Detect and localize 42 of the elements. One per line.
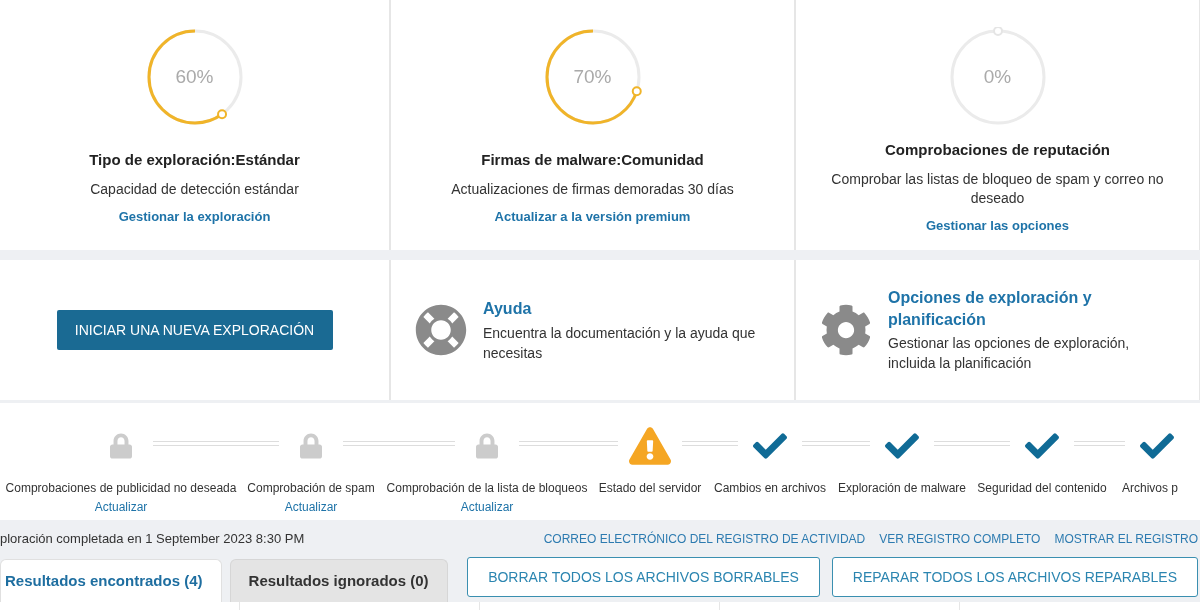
scan-options-link[interactable]: Opciones de exploración y planificación <box>888 287 1159 331</box>
step-label: Archivos p <box>1121 480 1179 497</box>
lock-icon <box>110 433 132 459</box>
upgrade-link[interactable]: Actualizar <box>284 498 338 516</box>
card-link[interactable]: Gestionar las opciones <box>925 215 1069 235</box>
step-label: Comprobación de la lista de bloqueos <box>386 480 588 497</box>
percent-value: 0% <box>983 64 1012 89</box>
card-link[interactable]: Actualizar a la versión premium <box>494 206 691 226</box>
lock-icon <box>300 433 322 459</box>
step-label: Seguridad del contenido <box>977 480 1107 497</box>
bulk-action-button[interactable]: REPARAR TODOS LOS ARCHIVOS REPARABLES <box>831 557 1198 597</box>
step-label: Cambios en archivos <box>713 480 827 497</box>
gear-icon <box>820 304 872 356</box>
scan-options-description: Gestionar las opciones de exploración, incluida la planificación <box>888 334 1131 373</box>
percent-value: 60% <box>175 64 214 89</box>
step-label: Comprobación de spam <box>247 480 375 497</box>
log-link[interactable]: MOSTRAR EL REGISTRO <box>1054 530 1198 548</box>
help-link[interactable]: Ayuda <box>483 297 778 321</box>
log-link[interactable]: CORREO ELECTRÓNICO DEL REGISTRO DE ACTIVIDAD <box>543 530 866 548</box>
bulk-action-button[interactable]: BORRAR TODOS LOS ARCHIVOS BORRABLES <box>467 557 820 597</box>
log-link[interactable]: VER REGISTRO COMPLETO <box>879 530 1041 548</box>
lifebuoy-icon <box>415 304 467 356</box>
percent-value: 70% <box>573 64 612 89</box>
upgrade-link[interactable]: Actualizar <box>460 498 514 516</box>
warning-icon <box>629 427 671 465</box>
step-label: Comprobaciones de publicidad no deseada <box>5 480 237 497</box>
upgrade-link[interactable]: Actualizar <box>94 498 148 516</box>
help-description: Encuentra la documentación y la ayuda que necesitas <box>483 324 757 363</box>
card-description: Actualizaciones de firmas demoradas 30 días <box>451 179 734 199</box>
results-tab[interactable]: Resultados encontrados (4) <box>0 559 222 602</box>
card-title: Firmas de malware:Comunidad <box>481 150 704 170</box>
card-link[interactable]: Gestionar la exploración <box>118 206 271 226</box>
card-description: Capacidad de detección estándar <box>90 179 299 199</box>
scan-status: ploración completada en 1 September 2023 8:30 PM <box>0 530 305 549</box>
step-label: Estado del servidor <box>598 480 702 497</box>
card-description: Comprobar las listas de bloqueo de spam y correo no deseado <box>830 169 1165 208</box>
results-tab[interactable]: Resultados ignorados (0) <box>229 559 448 602</box>
step-label: Exploración de malware <box>837 480 967 497</box>
start-scan-button[interactable]: INICIAR UNA NUEVA EXPLORACIÓN <box>56 310 333 350</box>
card-title: Tipo de exploración:Estándar <box>89 150 300 170</box>
lock-icon <box>476 433 498 459</box>
card-title: Comprobaciones de reputación <box>884 140 1110 160</box>
